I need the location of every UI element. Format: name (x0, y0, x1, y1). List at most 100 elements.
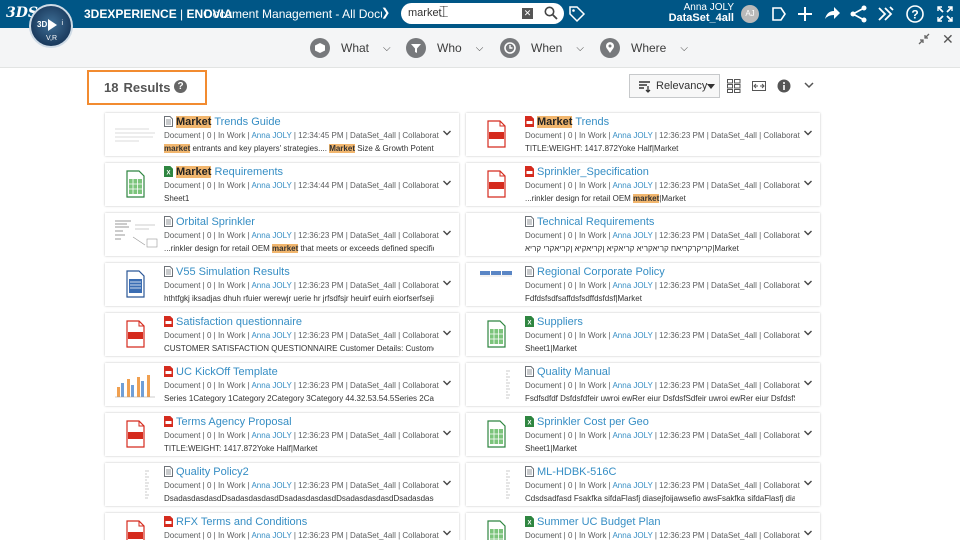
result-card[interactable]: Orbital Sprinkler Document | 0 | In Work … (105, 213, 459, 256)
fullscreen-icon[interactable] (935, 4, 955, 24)
result-card[interactable]: X Suppliers Document | 0 | In Work | Anna … (466, 313, 820, 356)
avatar[interactable]: AJ (741, 5, 759, 23)
owner-link[interactable]: Anna JOLY (251, 431, 291, 440)
user-info[interactable]: Anna JOLY DataSet_4all (660, 2, 734, 24)
owner-link[interactable]: Anna JOLY (612, 281, 652, 290)
result-title[interactable]: Orbital Sprinkler (176, 216, 255, 228)
share-arrow-icon[interactable] (822, 4, 842, 24)
result-card[interactable]: X Market Requirements Document | 0 | In Wo… (105, 163, 459, 206)
clear-icon[interactable]: ✕ (522, 8, 533, 19)
result-card[interactable]: Technical Requirements Document | 0 | In … (466, 213, 820, 256)
help-circle-icon[interactable]: ? (905, 4, 925, 24)
owner-link[interactable]: Anna JOLY (251, 481, 291, 490)
result-title[interactable]: Market Requirements (176, 166, 283, 178)
chevron-down-icon[interactable] (442, 528, 452, 538)
search-input[interactable]: market (408, 7, 442, 19)
result-card[interactable]: V55 Simulation Results Document | 0 | In … (105, 263, 459, 306)
result-card[interactable]: Regional Corporate Policy Document | 0 | … (466, 263, 820, 306)
owner-link[interactable]: Anna JOLY (251, 281, 291, 290)
result-title[interactable]: RFX Terms and Conditions (176, 516, 307, 528)
chevron-down-icon[interactable] (442, 378, 452, 388)
result-card[interactable]: X Sprinkler Cost per Geo Document | 0 | In… (466, 413, 820, 456)
question-icon[interactable]: ? (174, 80, 187, 93)
result-card[interactable]: Market Trends Guide Document | 0 | In Wor… (105, 113, 459, 156)
search-icon[interactable] (544, 6, 558, 20)
chevron-down-icon[interactable] (803, 79, 815, 91)
result-title[interactable]: Market Trends (537, 116, 609, 128)
list-view-icon[interactable] (752, 79, 766, 93)
owner-link[interactable]: Anna JOLY (612, 331, 652, 340)
result-title[interactable]: ML-HDBK-516C (537, 466, 616, 478)
app-title[interactable]: Document Management - All Docume... (204, 7, 382, 21)
owner-link[interactable]: Anna JOLY (251, 181, 291, 190)
owner-link[interactable]: Anna JOLY (251, 331, 291, 340)
chevron-down-icon[interactable] (803, 228, 813, 238)
result-card[interactable]: RFX Terms and Conditions Document | 0 | I… (105, 513, 459, 540)
chevron-down-icon[interactable]: ❯ (381, 6, 390, 19)
facet-what[interactable]: What ⌵ (310, 37, 391, 59)
chevron-down-icon[interactable] (803, 178, 813, 188)
chevron-down-icon[interactable] (442, 278, 452, 288)
owner-link[interactable]: Anna JOLY (251, 231, 291, 240)
result-title[interactable]: Satisfaction questionnaire (176, 316, 302, 328)
result-card[interactable]: Quality Policy2 Document | 0 | In Work | … (105, 463, 459, 506)
result-title[interactable]: Terms Agency Proposal (176, 416, 292, 428)
owner-link[interactable]: Anna JOLY (251, 381, 291, 390)
collapse-icon[interactable] (918, 33, 930, 45)
chevron-down-icon[interactable] (442, 178, 452, 188)
owner-link[interactable]: Anna JOLY (251, 531, 291, 540)
plus-icon[interactable] (795, 4, 815, 24)
chevron-down-icon[interactable] (442, 328, 452, 338)
owner-link[interactable]: Anna JOLY (251, 131, 291, 140)
compass-icon[interactable]: 3D i V,R (29, 4, 73, 48)
apps-icon[interactable] (876, 4, 896, 24)
chevron-down-icon[interactable] (803, 528, 813, 538)
facet-who[interactable]: Who ⌵ (406, 37, 483, 59)
result-card[interactable]: Sprinkler_Specification Document | 0 | In… (466, 163, 820, 206)
owner-link[interactable]: Anna JOLY (612, 231, 652, 240)
chevron-down-icon[interactable] (803, 128, 813, 138)
close-icon[interactable]: ✕ (942, 31, 954, 48)
result-title[interactable]: V55 Simulation Results (176, 266, 290, 278)
tag-icon[interactable] (568, 5, 586, 23)
result-title[interactable]: Technical Requirements (537, 216, 654, 228)
result-title[interactable]: Market Trends Guide (176, 116, 281, 128)
chevron-down-icon[interactable] (803, 278, 813, 288)
owner-link[interactable]: Anna JOLY (612, 131, 652, 140)
chevron-down-icon[interactable] (442, 478, 452, 488)
result-title[interactable]: Suppliers (537, 316, 583, 328)
result-title[interactable]: Quality Manual (537, 366, 610, 378)
result-title[interactable]: Quality Policy2 (176, 466, 249, 478)
chevron-down-icon[interactable] (442, 428, 452, 438)
share-icon[interactable] (849, 4, 869, 24)
result-title[interactable]: Regional Corporate Policy (537, 266, 665, 278)
result-card[interactable]: ML-HDBK-516C Document | 0 | In Work | Ann… (466, 463, 820, 506)
chevron-down-icon[interactable] (803, 378, 813, 388)
facet-where[interactable]: Where ⌵ (600, 37, 688, 59)
result-card[interactable]: UC KickOff Template Document | 0 | In Wor… (105, 363, 459, 406)
result-card[interactable]: X Summer UC Budget Plan Document | 0 | In … (466, 513, 820, 540)
chevron-down-icon[interactable] (803, 328, 813, 338)
result-card[interactable]: Satisfaction questionnaire Document | 0 |… (105, 313, 459, 356)
owner-link[interactable]: Anna JOLY (612, 431, 652, 440)
result-title[interactable]: Summer UC Budget Plan (537, 516, 661, 528)
result-title[interactable]: Sprinkler Cost per Geo (537, 416, 649, 428)
owner-link[interactable]: Anna JOLY (612, 531, 652, 540)
result-card[interactable]: Terms Agency Proposal Document | 0 | In W… (105, 413, 459, 456)
collaborate-icon[interactable] (768, 4, 788, 24)
result-card[interactable]: Market Trends Document | 0 | In Work | An… (466, 113, 820, 156)
chevron-down-icon[interactable] (803, 478, 813, 488)
info-icon[interactable] (777, 79, 791, 93)
owner-link[interactable]: Anna JOLY (612, 481, 652, 490)
facet-when[interactable]: When ⌵ (500, 37, 584, 59)
owner-link[interactable]: Anna JOLY (612, 181, 652, 190)
chevron-down-icon[interactable] (442, 128, 452, 138)
sort-dropdown[interactable]: Relevancy (629, 74, 720, 98)
search-box[interactable]: market ⌶ ✕ (401, 3, 564, 24)
result-title[interactable]: Sprinkler_Specification (537, 166, 649, 178)
owner-link[interactable]: Anna JOLY (612, 381, 652, 390)
result-title[interactable]: UC KickOff Template (176, 366, 278, 378)
chevron-down-icon[interactable] (442, 228, 452, 238)
chevron-down-icon[interactable] (803, 428, 813, 438)
result-card[interactable]: Quality Manual Document | 0 | In Work | A… (466, 363, 820, 406)
